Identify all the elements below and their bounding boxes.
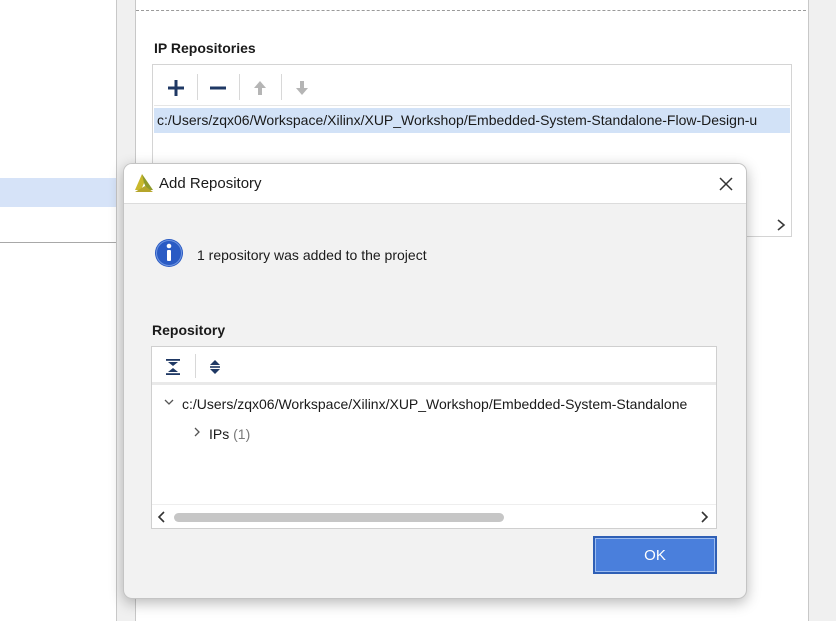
ip-repositories-toolbar [154, 66, 790, 106]
ip-repositories-title: IP Repositories [154, 40, 256, 56]
close-button[interactable] [714, 172, 738, 196]
right-gutter [808, 0, 836, 621]
collapse-all-button[interactable] [160, 354, 186, 380]
scrollbar-thumb[interactable] [174, 513, 504, 522]
ok-button[interactable]: OK [593, 536, 717, 574]
tree-root-row[interactable]: c:/Users/zqx06/Workspace/Xilinx/XUP_Work… [152, 393, 716, 415]
arrow-down-icon [296, 81, 308, 95]
section-divider [136, 10, 806, 11]
expand-all-button[interactable] [202, 354, 228, 380]
toolbar-separator [281, 74, 282, 100]
scroll-left-icon[interactable] [156, 511, 168, 523]
repository-path-row[interactable]: c:/Users/zqx06/Workspace/Xilinx/XUP_Work… [154, 108, 790, 133]
repository-tree-toolbar [152, 347, 716, 385]
repository-section-title: Repository [152, 322, 226, 338]
info-icon [155, 239, 183, 267]
vivado-logo-icon [135, 174, 153, 192]
close-icon [719, 177, 733, 191]
tree-item-ips[interactable]: IPs (1) [152, 423, 716, 445]
dialog-title: Add Repository [159, 175, 262, 192]
add-repository-button[interactable] [162, 74, 190, 102]
left-panel-divider [0, 242, 116, 243]
tree-item-label: IPs [209, 426, 230, 442]
repository-path-text: c:/Users/zqx06/Workspace/Xilinx/XUP_Work… [157, 112, 758, 128]
dialog-titlebar: Add Repository [124, 164, 746, 204]
tree-item-count: (1) [233, 426, 251, 442]
toolbar-separator [197, 74, 198, 100]
arrow-up-icon [254, 81, 266, 95]
scroll-right-icon[interactable] [698, 511, 710, 523]
move-down-button[interactable] [288, 74, 316, 102]
repository-tree-panel: c:/Users/zqx06/Workspace/Xilinx/XUP_Work… [151, 346, 717, 529]
plus-icon [168, 80, 184, 96]
add-repository-dialog: Add Repository 1 repository was added to… [123, 163, 747, 599]
info-message: 1 repository was added to the project [197, 247, 427, 263]
move-up-button[interactable] [246, 74, 274, 102]
left-navigation-panel [0, 0, 116, 621]
chevron-right-icon[interactable] [191, 426, 203, 438]
chevron-down-icon[interactable] [163, 396, 175, 408]
tree-root-label: c:/Users/zqx06/Workspace/Xilinx/XUP_Work… [182, 396, 688, 412]
right-separator [808, 0, 809, 621]
remove-repository-button[interactable] [204, 74, 232, 102]
horizontal-scrollbar[interactable] [152, 504, 716, 528]
expand-all-icon [210, 360, 220, 374]
minus-icon [210, 86, 226, 90]
scroll-right-icon[interactable] [774, 218, 788, 232]
toolbar-separator [195, 354, 196, 378]
collapse-all-icon [166, 359, 180, 375]
left-nav-selected-item[interactable] [0, 178, 116, 207]
toolbar-separator [239, 74, 240, 100]
